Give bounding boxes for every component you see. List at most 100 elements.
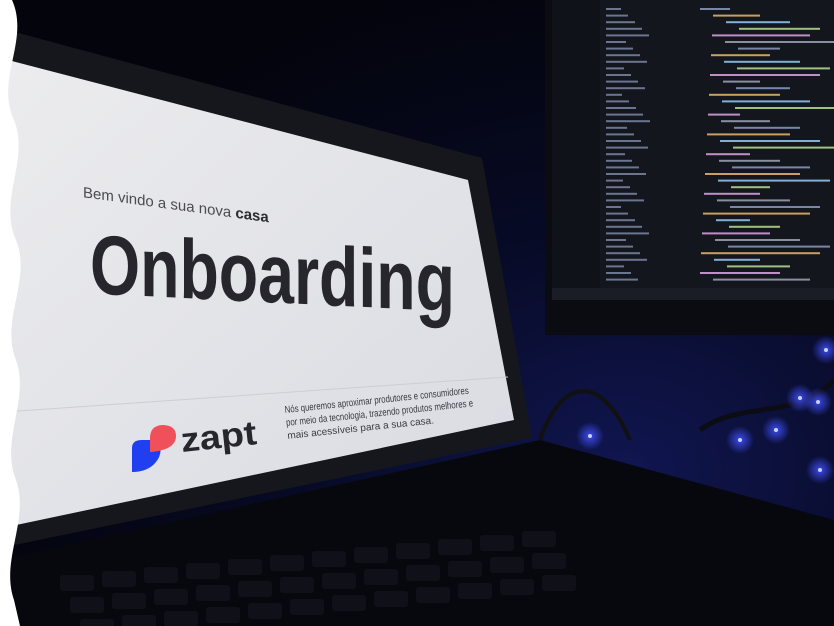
file-tree-item (606, 74, 631, 76)
code-line (713, 14, 760, 17)
keyboard-key (500, 579, 534, 595)
file-tree-item (606, 192, 637, 195)
keyboard-key (332, 595, 366, 611)
file-tree-item (606, 239, 626, 241)
keyboard-key (480, 535, 514, 551)
led (738, 438, 742, 442)
keyboard-key (322, 573, 356, 589)
file-tree-item (606, 47, 633, 50)
code-line (726, 21, 790, 24)
keyboard-key (396, 543, 430, 559)
file-tree-item (606, 80, 638, 83)
code-line (739, 27, 820, 30)
keyboard-key (532, 553, 566, 569)
file-tree-item (606, 252, 640, 255)
code-line (717, 199, 790, 202)
keyboard-key (196, 585, 230, 601)
file-tree-item (606, 278, 638, 281)
file-tree-item (606, 166, 639, 169)
led (818, 468, 822, 472)
page-title: Onboarding (90, 219, 455, 330)
keyboard-key (280, 577, 314, 593)
code-line (733, 146, 834, 149)
keyboard-key (248, 603, 282, 619)
code-line (715, 239, 800, 241)
led (816, 400, 820, 404)
code-line (722, 100, 810, 103)
keyboard-key (458, 583, 492, 599)
file-tree-item (606, 225, 642, 228)
keyboard-key (490, 557, 524, 573)
code-line (714, 258, 760, 261)
file-tree-item (606, 107, 636, 109)
file-tree-item (606, 41, 626, 43)
logo-text: zapt (179, 414, 259, 460)
keyboard-key (154, 589, 188, 605)
file-tree-item (606, 133, 634, 136)
file-tree-item (606, 87, 645, 90)
code-line (716, 219, 750, 222)
code-line (729, 225, 780, 228)
code-line (725, 41, 834, 43)
file-tree-item (606, 245, 633, 248)
keyboard-key (122, 615, 156, 626)
keyboard-key (144, 567, 178, 583)
keyboard-key (270, 555, 304, 571)
led (824, 348, 828, 352)
code-line (710, 74, 820, 76)
keyboard-key (522, 531, 556, 547)
code-line (700, 8, 730, 10)
code-line (704, 192, 760, 195)
code-line (721, 120, 770, 123)
code-line (700, 272, 780, 274)
keyboard-key (102, 571, 136, 587)
file-tree-item (606, 34, 649, 37)
code-line (723, 80, 760, 83)
keyboard-key (290, 599, 324, 615)
led (588, 434, 592, 438)
file-tree-item (606, 54, 640, 57)
keyboard-key (60, 575, 94, 591)
keyboard-key (364, 569, 398, 585)
file-tree-item (606, 27, 642, 30)
keyboard-key (228, 559, 262, 575)
keyboard-key (70, 597, 104, 613)
code-line (703, 212, 810, 215)
code-line (711, 54, 770, 57)
file-tree-item (606, 258, 647, 261)
code-line (732, 166, 810, 169)
code-monitor (545, 0, 834, 335)
code-line (718, 179, 830, 182)
file-tree-item (606, 199, 644, 202)
file-tree-item (606, 219, 635, 222)
led (798, 396, 802, 400)
code-line (720, 140, 820, 142)
keyboard-key (80, 619, 114, 626)
file-tree-item (606, 60, 647, 63)
led (774, 428, 778, 432)
file-tree-item (606, 206, 621, 208)
file-tree-item (606, 173, 646, 175)
code-line (728, 245, 830, 248)
code-line (705, 173, 800, 175)
file-tree-item (606, 146, 648, 149)
file-tree-item (606, 140, 641, 142)
file-tree-item (606, 14, 628, 17)
code-line (701, 252, 820, 255)
file-tree-item (606, 120, 650, 123)
code-line (735, 107, 834, 109)
code-line (709, 93, 780, 96)
file-tree-item (606, 113, 643, 116)
keyboard-key (374, 591, 408, 607)
keyboard-key (438, 539, 472, 555)
code-line (727, 265, 790, 268)
code-line (712, 34, 810, 37)
file-tree-item (606, 21, 635, 24)
file-tree-item (606, 179, 623, 182)
photo-laptop-onboarding: Bem vindo a sua nova casa Onboarding Nós… (0, 0, 834, 626)
file-tree-item (606, 153, 625, 156)
keyboard-key (406, 565, 440, 581)
code-line (736, 87, 790, 90)
file-tree-item (606, 100, 629, 103)
code-line (737, 67, 830, 70)
